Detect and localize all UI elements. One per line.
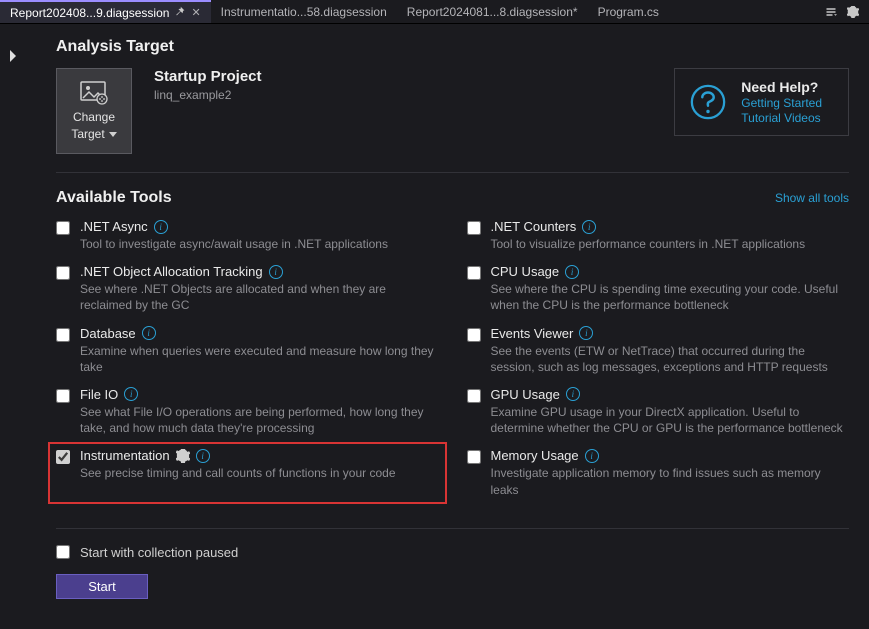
tool-instrumentation: Instrumentation i See precise timing and… (48, 442, 447, 503)
help-title: Need Help? (741, 79, 822, 95)
project-name: linq_example2 (154, 88, 262, 102)
tool-desc: See the events (ETW or NetTrace) that oc… (491, 343, 850, 375)
tool-title: .NET Counters (491, 219, 577, 234)
help-link-getting-started[interactable]: Getting Started (741, 96, 822, 110)
info-icon[interactable]: i (566, 387, 580, 401)
help-text: Need Help? Getting Started Tutorial Vide… (741, 79, 822, 125)
start-paused-checkbox[interactable] (56, 545, 70, 559)
tool-net-obj-alloc: .NET Object Allocation Tracking i See wh… (56, 264, 439, 313)
tab-report-9[interactable]: Report202408...9.diagsession ✕ (0, 0, 211, 23)
tool-title: Instrumentation (80, 448, 170, 463)
tab-report-8[interactable]: Report2024081...8.diagsession* (397, 0, 588, 23)
tool-net-async-checkbox[interactable] (56, 221, 70, 235)
tool-gpu-usage: GPU Usage i Examine GPU usage in your Di… (467, 387, 850, 436)
tool-net-counters-checkbox[interactable] (467, 221, 481, 235)
project-title: Startup Project (154, 68, 262, 85)
change-label: Change (73, 110, 115, 124)
tool-desc: Examine when queries were executed and m… (80, 343, 439, 375)
chevron-down-icon (109, 132, 117, 137)
separator (56, 172, 849, 173)
tool-title: GPU Usage (491, 387, 560, 402)
tool-desc: See precise timing and call counts of fu… (80, 465, 439, 481)
gear-icon[interactable] (176, 449, 190, 463)
info-icon[interactable]: i (579, 326, 593, 340)
info-icon[interactable]: i (142, 326, 156, 340)
tool-desc: Investigate application memory to find i… (491, 465, 850, 497)
start-button[interactable]: Start (56, 574, 148, 599)
tab-bar: Report202408...9.diagsession ✕ Instrumen… (0, 0, 869, 24)
info-icon[interactable]: i (154, 220, 168, 234)
tool-memory-usage: Memory Usage i Investigate application m… (467, 448, 850, 497)
info-icon[interactable]: i (124, 387, 138, 401)
left-gutter (0, 24, 26, 629)
tool-net-obj-alloc-checkbox[interactable] (56, 266, 70, 280)
tool-memory-usage-checkbox[interactable] (467, 450, 481, 464)
info-icon[interactable]: i (565, 265, 579, 279)
tools-header: Available Tools Show all tools (56, 189, 849, 207)
tool-database-checkbox[interactable] (56, 328, 70, 342)
tool-file-io: File IO i See what File I/O operations a… (56, 387, 439, 436)
tab-overflow-icon[interactable] (825, 6, 837, 18)
show-all-tools-link[interactable]: Show all tools (775, 191, 849, 205)
tool-net-async: .NET Async i Tool to investigate async/a… (56, 219, 439, 252)
tool-title: Memory Usage (491, 448, 579, 463)
pin-icon[interactable] (175, 6, 185, 19)
info-icon[interactable]: i (269, 265, 283, 279)
help-box: Need Help? Getting Started Tutorial Vide… (674, 68, 849, 136)
tool-events-viewer: Events Viewer i See the events (ETW or N… (467, 326, 850, 375)
chevron-right-icon[interactable] (8, 50, 18, 629)
tool-cpu-usage: CPU Usage i See where the CPU is spendin… (467, 264, 850, 313)
tab-instrumentation-58[interactable]: Instrumentatio...58.diagsession (211, 0, 397, 23)
start-paused-label: Start with collection paused (80, 545, 238, 560)
tool-instrumentation-checkbox[interactable] (56, 450, 70, 464)
info-icon[interactable]: i (582, 220, 596, 234)
tab-label: Report2024081...8.diagsession* (407, 5, 578, 19)
start-paused-row: Start with collection paused (56, 545, 849, 560)
close-icon[interactable]: ✕ (191, 6, 200, 19)
tool-net-counters: .NET Counters i Tool to visualize perfor… (467, 219, 850, 252)
tool-title: .NET Async (80, 219, 148, 234)
tool-desc: Tool to visualize performance counters i… (491, 236, 850, 252)
tool-desc: Tool to investigate async/await usage in… (80, 236, 439, 252)
project-info: Startup Project linq_example2 (154, 68, 262, 102)
analysis-target-heading: Analysis Target (56, 38, 849, 56)
tab-label: Report202408...9.diagsession (10, 6, 169, 20)
tool-cpu-usage-checkbox[interactable] (467, 266, 481, 280)
help-link-tutorial-videos[interactable]: Tutorial Videos (741, 111, 822, 125)
target-image-icon (80, 81, 108, 105)
analysis-target-row: Change Target Startup Project linq_examp… (56, 68, 849, 154)
tool-gpu-usage-checkbox[interactable] (467, 389, 481, 403)
main-panel: Analysis Target Change Target Startup Pr… (26, 24, 869, 629)
tool-title: Events Viewer (491, 326, 574, 341)
help-icon (689, 83, 727, 121)
tab-overflow-controls (825, 6, 869, 18)
tool-events-viewer-checkbox[interactable] (467, 328, 481, 342)
available-tools-heading: Available Tools (56, 189, 172, 207)
tool-desc: See where the CPU is spending time execu… (491, 281, 850, 313)
tool-desc: See what File I/O operations are being p… (80, 404, 439, 436)
tools-grid: .NET Async i Tool to investigate async/a… (56, 219, 849, 498)
tab-label: Instrumentatio...58.diagsession (221, 5, 387, 19)
gear-icon[interactable] (847, 6, 859, 18)
tab-program-cs[interactable]: Program.cs (588, 0, 669, 23)
tool-database: Database i Examine when queries were exe… (56, 326, 439, 375)
tool-title: .NET Object Allocation Tracking (80, 264, 263, 279)
tool-title: Database (80, 326, 136, 341)
tool-title: CPU Usage (491, 264, 560, 279)
info-icon[interactable]: i (585, 449, 599, 463)
tool-desc: See where .NET Objects are allocated and… (80, 281, 439, 313)
tool-title: File IO (80, 387, 118, 402)
info-icon[interactable]: i (196, 449, 210, 463)
tool-desc: Examine GPU usage in your DirectX applic… (491, 404, 850, 436)
tab-label: Program.cs (598, 5, 659, 19)
tool-file-io-checkbox[interactable] (56, 389, 70, 403)
change-target-button[interactable]: Change Target (56, 68, 132, 154)
target-label: Target (71, 127, 104, 141)
separator (56, 528, 849, 529)
